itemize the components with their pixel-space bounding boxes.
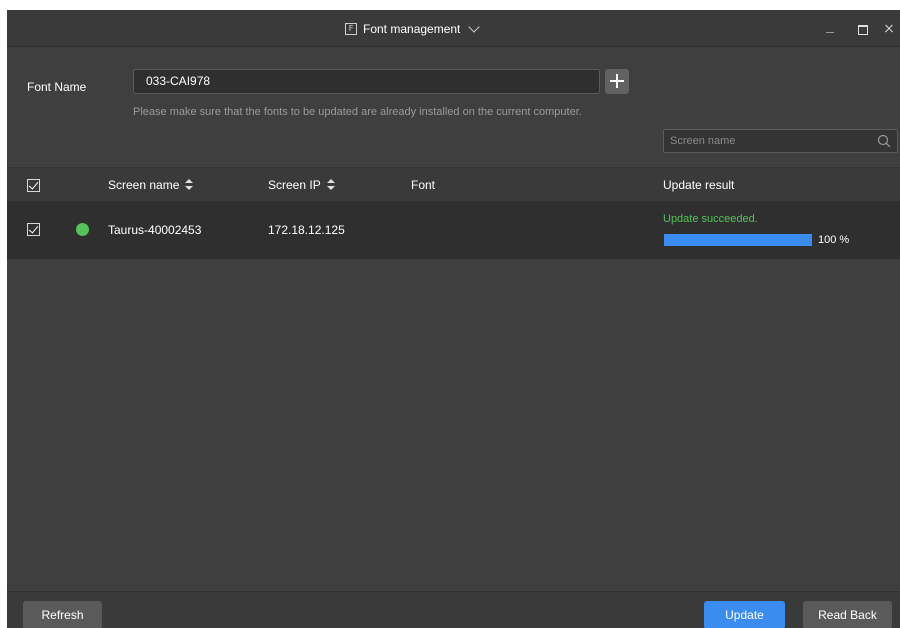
screen-ip-cell: 172.18.12.125 bbox=[268, 223, 345, 237]
update-progress-bar bbox=[664, 234, 812, 246]
column-label: Font bbox=[411, 178, 436, 192]
update-progress-fill bbox=[664, 234, 812, 246]
update-button[interactable]: Update bbox=[704, 601, 785, 628]
row-checkbox[interactable] bbox=[27, 223, 40, 236]
read-back-button[interactable]: Read Back bbox=[803, 601, 892, 628]
font-management-window: F Font management Font Name 033-CAI978 P… bbox=[7, 10, 900, 628]
select-all-checkbox[interactable] bbox=[27, 179, 40, 192]
sort-icon[interactable] bbox=[185, 179, 194, 191]
font-name-input[interactable]: 033-CAI978 bbox=[133, 69, 600, 94]
sort-icon[interactable] bbox=[326, 179, 335, 191]
chevron-down-icon bbox=[468, 21, 481, 33]
add-font-button[interactable] bbox=[605, 69, 629, 94]
refresh-button[interactable]: Refresh bbox=[23, 601, 102, 628]
update-result-text: Update succeeded. bbox=[663, 213, 758, 225]
font-file-icon: F bbox=[345, 23, 357, 35]
screen-name-cell: Taurus-40002453 bbox=[108, 223, 202, 237]
column-screen-name[interactable]: Screen name bbox=[108, 178, 194, 192]
window-title: Font management bbox=[363, 22, 461, 36]
screen-search-box[interactable]: Screen name bbox=[663, 129, 898, 153]
close-button[interactable] bbox=[880, 19, 900, 39]
font-name-label: Font Name bbox=[27, 80, 87, 94]
column-label: Screen name bbox=[108, 178, 180, 192]
minimize-button[interactable] bbox=[820, 19, 840, 39]
maximize-button[interactable] bbox=[852, 19, 872, 39]
column-screen-ip[interactable]: Screen IP bbox=[268, 178, 335, 192]
progress-percent: 100 % bbox=[818, 234, 850, 246]
search-input[interactable]: Screen name bbox=[670, 135, 735, 147]
title-dropdown[interactable]: F Font management bbox=[345, 20, 481, 38]
online-status-dot bbox=[76, 223, 89, 236]
table-header: Screen name Screen IP Font Update result bbox=[7, 167, 900, 201]
column-update-result: Update result bbox=[663, 178, 734, 192]
footer-bar: Refresh Update Read Back bbox=[7, 591, 900, 628]
column-label: Screen IP bbox=[268, 178, 321, 192]
install-hint: Please make sure that the fonts to be up… bbox=[133, 106, 582, 118]
title-bar[interactable]: F Font management bbox=[7, 10, 900, 47]
table-row[interactable]: Taurus-40002453 172.18.12.125 Update suc… bbox=[7, 201, 900, 259]
column-font: Font bbox=[411, 178, 435, 192]
column-label: Update result bbox=[663, 178, 735, 192]
search-icon[interactable] bbox=[877, 134, 891, 148]
